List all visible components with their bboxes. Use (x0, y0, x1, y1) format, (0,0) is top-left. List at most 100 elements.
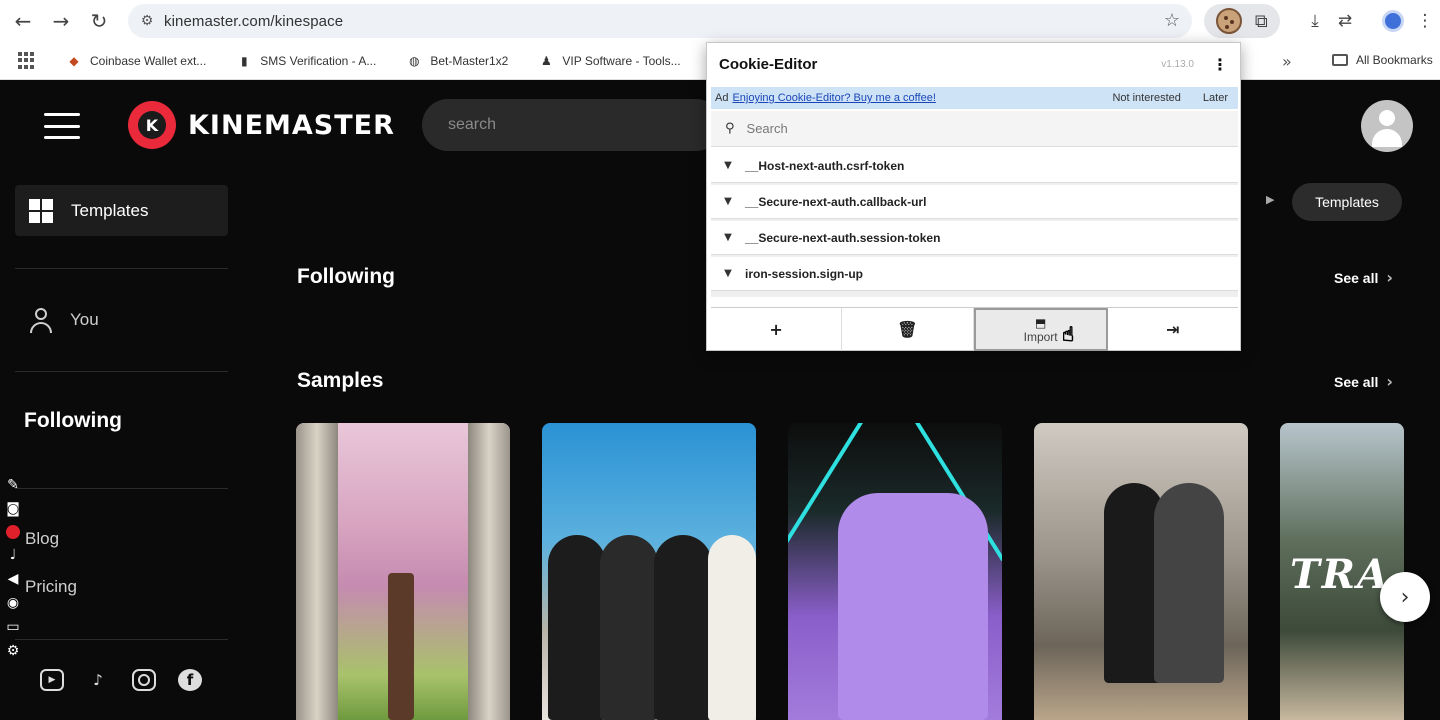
translate-icon[interactable]: ⇄ (1328, 4, 1362, 38)
back-icon[interactable]: ← (4, 2, 42, 40)
cookie-row[interactable]: ▼ __Host-next-auth.csrf-token (711, 149, 1238, 183)
webcam-icon[interactable]: ◉ (7, 595, 19, 611)
chevron-right-icon: › (1386, 372, 1393, 391)
brand-name: KINEMASTER (188, 109, 395, 141)
plus-icon: + (769, 320, 783, 339)
not-interested-button[interactable]: Not interested (1112, 92, 1180, 104)
tiktok-icon[interactable]: ♪ (86, 669, 110, 691)
cookie-list: ▼ __Host-next-auth.csrf-token ▼ __Secure… (711, 149, 1238, 297)
see-all-label: See all (1334, 373, 1379, 390)
add-cookie-button[interactable]: + (711, 308, 843, 351)
cookie-name: iron-session.sign-up (745, 266, 864, 281)
speaker-icon[interactable]: ◀ (8, 571, 19, 587)
following-see-all-link[interactable]: See all › (1334, 268, 1393, 287)
cookie-row[interactable]: ▼ iron-session.sign-up (711, 257, 1238, 291)
sample-card-title: TRA (1290, 551, 1391, 598)
bookmark-star-icon[interactable]: ☆ (1164, 10, 1180, 31)
sidebar-item-pricing[interactable]: Pricing (25, 577, 77, 597)
apps-grid-icon[interactable] (18, 51, 36, 70)
camera-icon[interactable]: ◙ (6, 501, 20, 517)
bookmark-label: SMS Verification - A... (260, 53, 377, 68)
trash-icon: 🗑 (897, 320, 918, 339)
address-bar[interactable]: ⚙ kinemaster.com/kinespace ☆ (128, 4, 1192, 38)
import-label: Import (1023, 329, 1058, 344)
user-avatar[interactable] (1361, 100, 1413, 152)
delete-all-button[interactable]: 🗑 (842, 308, 974, 351)
later-button[interactable]: Later (1203, 92, 1228, 104)
download-icon[interactable]: ⤓ (1298, 4, 1332, 38)
bookmark-label: Bet-Master1x2 (430, 53, 509, 68)
ad-label: Ad (715, 92, 729, 104)
export-icon: ⇥ (1166, 320, 1180, 339)
more-bookmarks-icon[interactable]: » (1282, 52, 1292, 71)
templates-grid-icon (29, 198, 53, 223)
export-button[interactable]: ⇥ (1108, 308, 1238, 351)
sidebar-item-you[interactable]: You (28, 307, 99, 333)
bookmark-item[interactable]: ▮ SMS Verification - A... (236, 53, 376, 69)
sidebar-following-heading: Following (24, 409, 122, 432)
bookmark-item[interactable]: ◍ Bet-Master1x2 (406, 53, 508, 69)
site-search-input[interactable] (422, 99, 722, 151)
popup-menu-icon[interactable]: ⋮ (1212, 55, 1228, 74)
bookmark-item[interactable]: ◆ Coinbase Wallet ext... (66, 53, 206, 69)
templates-pill-button[interactable]: Templates (1292, 183, 1402, 221)
cookie-actions-bar: + 🗑 ⬒ Import ⇥ (711, 307, 1238, 351)
microphone-icon[interactable]: ♩ (10, 547, 17, 563)
cookie-editor-extension-icon[interactable] (1216, 8, 1243, 34)
all-bookmarks-button[interactable]: All Bookmarks (1332, 53, 1433, 67)
bookmark-label: Coinbase Wallet ext... (90, 53, 207, 68)
sample-card-travel[interactable]: TRA (1280, 423, 1404, 720)
cookie-search[interactable]: ⚲ (711, 111, 1238, 147)
phone-icon: ▮ (240, 53, 248, 68)
sample-card-vr[interactable] (788, 423, 1002, 720)
cookie-search-input[interactable] (746, 121, 1187, 136)
folder-icon (1332, 54, 1348, 66)
instagram-icon[interactable] (132, 669, 156, 691)
samples-see-all-link[interactable]: See all › (1334, 372, 1393, 391)
mouse-cursor-icon: ☝ (1061, 322, 1075, 347)
kinemaster-logo[interactable]: K KINEMASTER (128, 101, 395, 149)
pen-icon[interactable]: ✎ (7, 477, 19, 493)
chevron-down-icon: ▼ (724, 232, 732, 243)
sample-card-cherry-blossom[interactable] (296, 423, 510, 720)
popup-header: Cookie-Editor v1.13.0 ⋮ (707, 43, 1240, 85)
following-section-title: Following (297, 265, 395, 288)
cookie-name: __Host-next-auth.csrf-token (745, 158, 905, 173)
buy-coffee-link[interactable]: Enjoying Cookie-Editor? Buy me a coffee! (732, 92, 935, 104)
person-icon (28, 307, 54, 333)
screen-icon[interactable]: ▭ (6, 619, 19, 635)
menu-kebab-icon[interactable]: ⋮ (1408, 4, 1440, 38)
import-button[interactable]: ⬒ Import (973, 308, 1108, 351)
chevron-right-icon: › (1386, 268, 1393, 287)
sidebar-divider (15, 639, 228, 640)
sample-card-dancers[interactable] (542, 423, 756, 720)
hamburger-menu-icon[interactable] (44, 113, 80, 139)
sidebar-item-label: You (70, 310, 99, 329)
samples-section-title: Samples (297, 369, 384, 392)
cookie-row[interactable]: ▼ __Secure-next-auth.callback-url (711, 185, 1238, 219)
popup-version: v1.13.0 (1161, 58, 1194, 70)
sample-card-skater[interactable] (1034, 423, 1248, 720)
cookie-row[interactable]: ▼ __Secure-next-auth.session-token (711, 221, 1238, 255)
record-icon[interactable] (6, 525, 20, 539)
popup-title: Cookie-Editor (719, 55, 818, 73)
settings-gear-icon[interactable]: ⚙ (7, 643, 20, 659)
url-text[interactable]: kinemaster.com/kinespace (164, 13, 343, 30)
see-all-label: See all (1334, 269, 1379, 286)
chevron-down-icon: ▼ (724, 160, 732, 171)
forward-icon[interactable]: → (42, 2, 80, 40)
sidebar-item-label: Templates (71, 200, 149, 220)
bookmark-item[interactable]: ♟ VIP Software - Tools... (538, 53, 681, 69)
facebook-icon[interactable]: f (178, 669, 202, 691)
person-icon: ♟ (540, 53, 552, 68)
profile-icon[interactable] (1376, 4, 1410, 38)
chevron-down-icon: ▼ (724, 196, 732, 207)
youtube-icon[interactable]: ▶ (40, 669, 64, 691)
sidebar-item-templates[interactable]: Templates (15, 185, 228, 236)
sidebar-item-blog[interactable]: Blog (25, 529, 59, 549)
carousel-next-button[interactable]: › (1380, 572, 1430, 622)
site-search[interactable] (422, 99, 722, 151)
extensions-puzzle-icon[interactable]: ⧉ (1255, 11, 1268, 32)
site-settings-icon[interactable]: ⚙ (130, 4, 164, 38)
reload-icon[interactable]: ↻ (80, 2, 118, 40)
